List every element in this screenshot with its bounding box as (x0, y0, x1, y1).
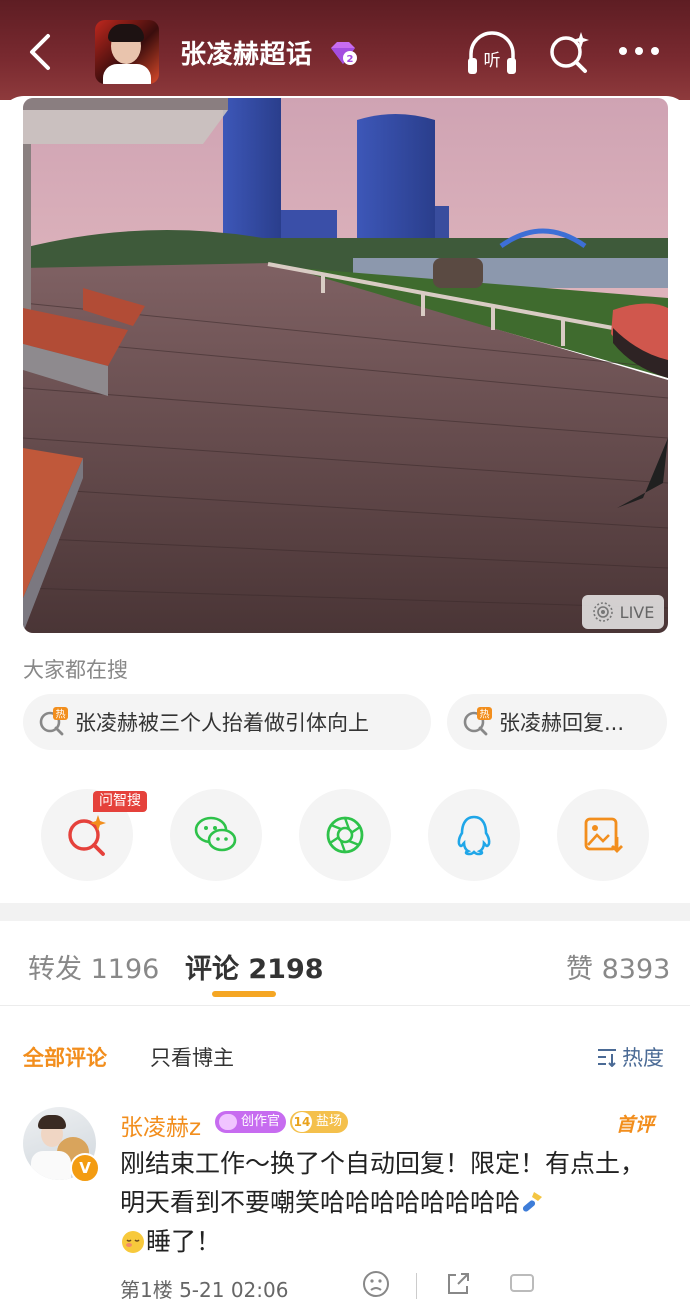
listen-headphones-icon[interactable]: 听 (465, 30, 519, 76)
page-title[interactable]: 张凌赫超话 (180, 34, 313, 71)
hot-search-chip[interactable]: 热 张凌赫回复... (447, 694, 667, 750)
ai-search-icon[interactable] (545, 28, 593, 76)
live-label: LIVE (619, 602, 655, 622)
hot-search-label: 大家都在搜 (23, 658, 128, 682)
moments-icon (326, 816, 364, 854)
filter-all-comments[interactable]: 全部评论 (23, 1042, 107, 1072)
qq-share-button[interactable] (428, 789, 520, 881)
creator-badge[interactable]: 创作官 (215, 1111, 287, 1133)
dislike-face-icon[interactable] (362, 1270, 390, 1298)
active-tab-indicator (212, 991, 276, 997)
sort-icon (598, 1049, 616, 1067)
filter-host-only[interactable]: 只看博主 (150, 1042, 234, 1072)
stats-tabs: 转发 1196 评论 2198 赞 8393 (0, 921, 690, 1006)
badge-level: 2 (347, 54, 354, 65)
tab-comments[interactable]: 评论 2198 (185, 947, 324, 986)
comment-text: 刚结束工作～换了个自动回复！限定！有点土，明天看到不要嘲笑哈哈哈哈哈哈哈哈 睡了… (120, 1149, 646, 1256)
top-bar: 张凌赫超话 2 听 (0, 0, 690, 100)
hot-search-icon: 热 (39, 707, 68, 736)
qq-icon (457, 815, 491, 856)
fan-level-badge[interactable]: 14 盐场 (290, 1111, 349, 1133)
hot-search-chip[interactable]: 热 张凌赫被三个人抬着做引体向上 (23, 694, 431, 750)
boardwalk-scene (23, 98, 668, 633)
save-image-icon (584, 817, 623, 853)
moments-share-button[interactable] (299, 789, 391, 881)
comment-icon[interactable] (508, 1270, 536, 1298)
ai-search-tag: 问智搜 (93, 791, 147, 812)
save-image-share-button[interactable] (557, 789, 649, 881)
live-icon (592, 602, 613, 622)
more-icon[interactable] (617, 44, 661, 58)
sleepy-emoji-icon (122, 1231, 144, 1253)
supertopic-avatar[interactable] (95, 20, 159, 84)
hot-search-text: 张凌赫被三个人抬着做引体向上 (75, 711, 369, 735)
tab-likes[interactable]: 赞 8393 (566, 947, 670, 986)
svg-text:热: 热 (56, 708, 66, 721)
live-photo-badge: LIVE (582, 595, 664, 629)
ai-search-icon (68, 815, 106, 856)
creator-icon (219, 1114, 237, 1130)
comment-floor-time: 第1楼 5-21 02:06 (120, 1278, 289, 1302)
wechat-icon (194, 816, 237, 852)
back-arrow-icon[interactable] (22, 28, 62, 76)
hot-search-icon: 热 (463, 707, 492, 736)
svg-text:热: 热 (480, 708, 490, 721)
section-divider (0, 903, 690, 921)
fan-level-number: 14 (292, 1112, 312, 1132)
sort-label: 热度 (622, 1046, 664, 1070)
listen-label: 听 (484, 51, 501, 71)
action-divider (416, 1273, 417, 1299)
sort-button[interactable]: 热度 (596, 1042, 664, 1072)
first-comment-tag: 首评 (616, 1114, 655, 1136)
share-icon[interactable] (444, 1270, 472, 1298)
torch-emoji-icon (522, 1192, 543, 1212)
verified-icon: V (70, 1153, 100, 1183)
tab-repost[interactable]: 转发 1196 (28, 947, 159, 986)
post-live-photo[interactable]: LIVE (23, 98, 668, 633)
wechat-share-button[interactable] (170, 789, 262, 881)
hot-search-text: 张凌赫回复... (499, 711, 625, 735)
commenter-name[interactable]: 张凌赫z (120, 1108, 201, 1142)
diamond-level-icon: 2 (331, 42, 357, 65)
